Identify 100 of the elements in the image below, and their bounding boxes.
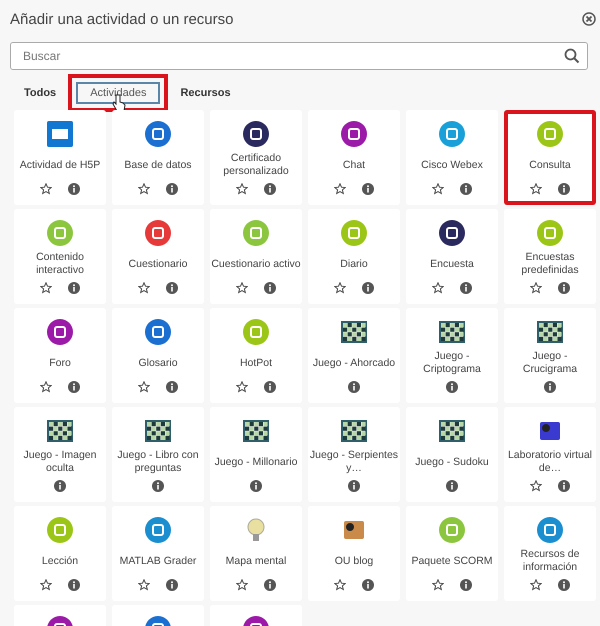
activity-label: Recursos de información [520,547,580,575]
activity-tile[interactable]: Paquete SCORM [406,506,498,601]
star-icon[interactable] [334,183,346,195]
activity-label: Certificado personalizado [222,151,290,179]
info-icon[interactable] [264,579,276,591]
search-field[interactable]: Buscar [10,42,588,70]
info-icon[interactable] [446,480,458,492]
activity-tile[interactable]: MATLAB Grader [112,506,204,601]
activity-label: OU blog [334,554,374,568]
star-icon[interactable] [236,579,248,591]
activity-tile[interactable]: Encuesta [406,209,498,304]
star-icon[interactable] [530,282,542,294]
info-icon[interactable] [264,183,276,195]
info-icon[interactable] [264,282,276,294]
star-icon[interactable] [530,579,542,591]
activity-tile[interactable]: Juego - Ahorcado [308,308,400,403]
activity-tile[interactable]: Cisco Webex [406,110,498,205]
activity-tile[interactable]: Juego - Crucigrama [504,308,596,403]
info-icon[interactable] [68,183,80,195]
tab[interactable]: Recursos [170,81,241,105]
activity-tile[interactable]: Chat [308,110,400,205]
activity-tile[interactable]: Juego - Libro con preguntas [112,407,204,502]
info-icon[interactable] [558,480,570,492]
info-icon[interactable] [166,282,178,294]
activity-tile[interactable]: Lección [14,506,106,601]
info-icon[interactable] [264,381,276,393]
star-icon[interactable] [236,183,248,195]
activity-label: Diario [340,256,368,272]
info-icon[interactable] [68,381,80,393]
close-icon[interactable] [582,12,596,26]
activity-label: Consulta [529,158,571,172]
activity-tile[interactable]: Diario [308,209,400,304]
activity-tile[interactable]: Juego - Serpientes y… [308,407,400,502]
star-icon[interactable] [334,579,346,591]
search-icon[interactable] [564,48,580,64]
info-icon[interactable] [362,183,374,195]
star-icon[interactable] [138,381,150,393]
activity-tile[interactable]: HotPot [210,308,302,403]
dialog-title: Añadir una actividad o un recurso [10,10,234,28]
info-icon[interactable] [558,579,570,591]
info-icon[interactable] [152,480,164,492]
star-icon[interactable] [530,183,542,195]
info-icon[interactable] [460,579,472,591]
activity-label: Cuestionario [128,256,188,272]
activity-tile[interactable]: Recursos de información [504,506,596,601]
info-icon[interactable] [460,282,472,294]
info-icon[interactable] [348,480,360,492]
activity-tile[interactable]: Mapa mental [210,506,302,601]
info-icon[interactable] [348,381,360,393]
activity-tile[interactable]: Base de datos [112,110,204,205]
info-icon[interactable] [362,282,374,294]
activity-label: Juego - Sudoku [415,454,489,470]
star-icon[interactable] [530,480,542,492]
activity-tile[interactable]: Certificado personalizado [210,110,302,205]
info-icon[interactable] [166,579,178,591]
activity-tile[interactable]: Laboratorio virtual de… [504,407,596,502]
star-icon[interactable] [40,579,52,591]
activity-label: Encuesta [430,256,474,272]
star-icon[interactable] [236,282,248,294]
activity-tile[interactable]: Juego - Millonario [210,407,302,502]
info-icon[interactable] [558,183,570,195]
info-icon[interactable] [362,579,374,591]
activity-tile[interactable]: Encuestas predefinidas [504,209,596,304]
tab[interactable]: Actividades [68,74,168,112]
activity-tile[interactable]: Juego - Imagen oculta [14,407,106,502]
activity-tile[interactable]: Juego - Criptograma [406,308,498,403]
activity-tile[interactable]: Cuestionario activo [210,209,302,304]
star-icon[interactable] [138,183,150,195]
activity-tile[interactable]: Glosario [112,308,204,403]
info-icon[interactable] [544,381,556,393]
star-icon[interactable] [432,282,444,294]
info-icon[interactable] [460,183,472,195]
activity-tile[interactable]: Consulta [504,110,596,205]
star-icon[interactable] [40,381,52,393]
star-icon[interactable] [138,282,150,294]
activity-tile[interactable]: Cuestionario [112,209,204,304]
activity-tile[interactable]: Foro [14,308,106,403]
info-icon[interactable] [558,282,570,294]
star-icon[interactable] [40,282,52,294]
activity-label: Mapa mental [226,554,286,568]
star-icon[interactable] [432,579,444,591]
star-icon[interactable] [334,282,346,294]
star-icon[interactable] [138,579,150,591]
activity-label: Juego - Millonario [214,454,298,470]
star-icon[interactable] [236,381,248,393]
activity-label: Juego - Crucigrama [522,349,578,377]
activity-tile[interactable]: Juego - Sudoku [406,407,498,502]
star-icon[interactable] [432,183,444,195]
info-icon[interactable] [54,480,66,492]
activity-tile[interactable]: Contenido interactivo [14,209,106,304]
info-icon[interactable] [68,282,80,294]
info-icon[interactable] [68,579,80,591]
star-icon[interactable] [40,183,52,195]
activity-tile[interactable]: OU blog [308,506,400,601]
activity-tile[interactable]: Actividad de H5P [14,110,106,205]
info-icon[interactable] [446,381,458,393]
info-icon[interactable] [166,381,178,393]
info-icon[interactable] [250,480,262,492]
info-icon[interactable] [166,183,178,195]
tab[interactable]: Todos [14,81,66,105]
